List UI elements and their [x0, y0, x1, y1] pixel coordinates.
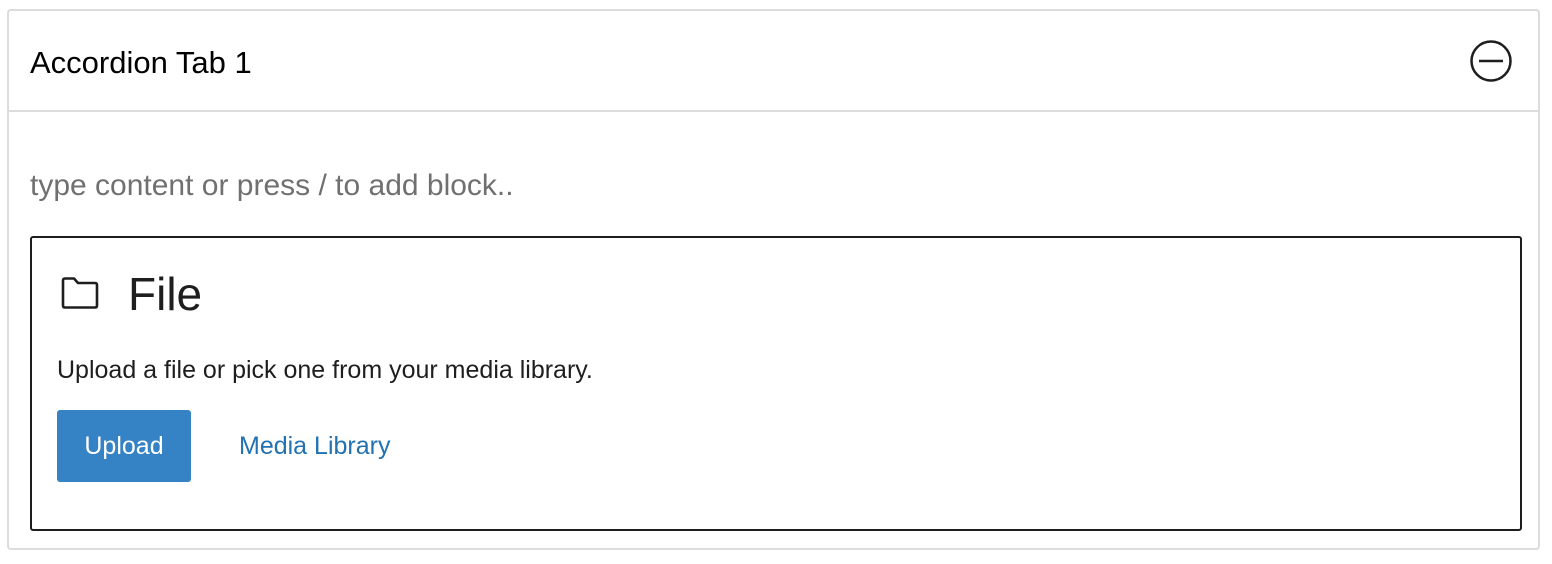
- minus-circle-icon[interactable]: [1469, 39, 1513, 83]
- accordion-header[interactable]: Accordion Tab 1: [9, 11, 1538, 112]
- block-placeholder[interactable]: type content or press / to add block..: [30, 168, 514, 204]
- accordion: Accordion Tab 1 type content or press / …: [7, 9, 1540, 550]
- file-block[interactable]: File Upload a file or pick one from your…: [30, 236, 1522, 531]
- file-block-description: Upload a file or pick one from your medi…: [57, 356, 593, 384]
- file-block-title: File: [128, 268, 203, 320]
- folder-icon: [60, 276, 100, 310]
- upload-button[interactable]: Upload: [57, 410, 191, 482]
- accordion-tab-title[interactable]: Accordion Tab 1: [30, 44, 252, 82]
- media-library-link[interactable]: Media Library: [239, 410, 390, 482]
